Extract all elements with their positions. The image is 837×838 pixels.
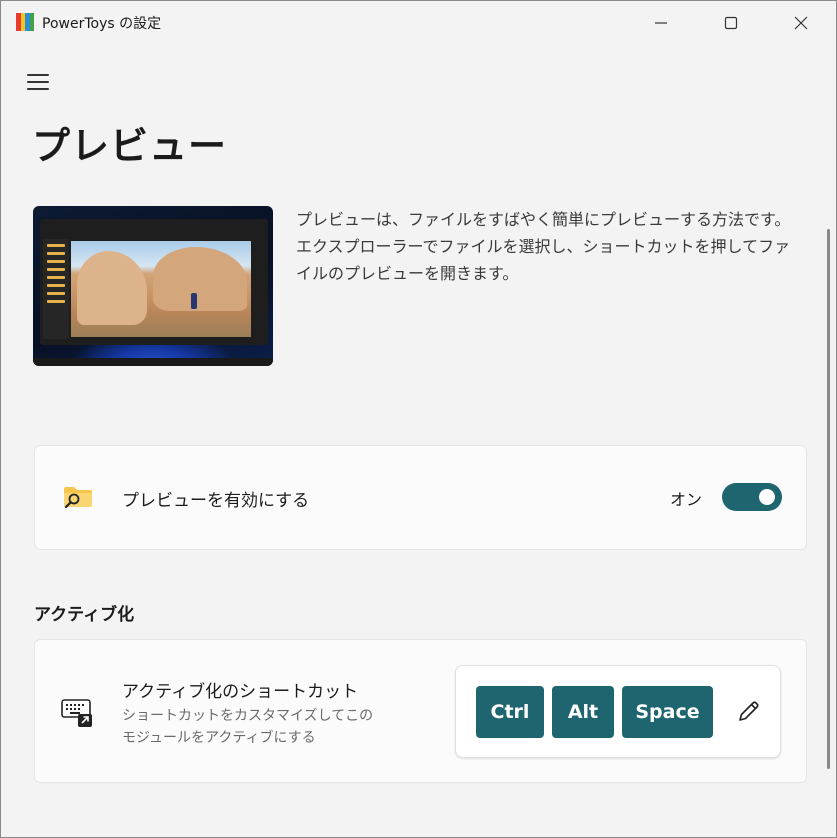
vertical-scrollbar[interactable] — [827, 229, 830, 769]
shortcut-key-ctrl: Ctrl — [476, 686, 544, 738]
powertoys-settings-window: PowerToys の設定 プレビュー プレビューは、ファイルをすばやく簡単にプ… — [0, 0, 837, 838]
maximize-icon — [724, 16, 738, 30]
title-bar[interactable]: PowerToys の設定 — [1, 1, 836, 45]
minimize-icon — [655, 22, 667, 24]
enable-preview-toggle[interactable] — [722, 483, 782, 511]
powertoys-app-icon — [16, 13, 34, 31]
shortcut-editor[interactable]: Ctrl Alt Space — [455, 665, 781, 758]
activation-shortcut-card: アクティブ化のショートカット ショートカットをカスタマイズしてこのモジュールをア… — [34, 639, 807, 783]
maximize-button[interactable] — [696, 1, 766, 45]
enable-preview-card: プレビューを有効にする オン — [34, 445, 807, 550]
folder-search-icon — [64, 487, 92, 508]
toggle-knob — [759, 489, 775, 505]
enable-preview-label: プレビューを有効にする — [122, 491, 310, 511]
minimize-button[interactable] — [626, 1, 696, 45]
hamburger-icon[interactable] — [27, 71, 51, 93]
page-title: プレビュー — [32, 124, 228, 168]
close-icon — [794, 16, 808, 30]
hero-image — [33, 206, 273, 366]
pencil-icon[interactable] — [736, 698, 762, 724]
shortcut-key-alt: Alt — [552, 686, 614, 738]
close-button[interactable] — [766, 1, 836, 45]
shortcut-title: アクティブ化のショートカット — [122, 682, 359, 702]
shortcut-key-space: Space — [622, 686, 713, 738]
shortcut-description: ショートカットをカスタマイズしてこのモジュールをアクティブにする — [122, 708, 374, 746]
activation-section-header: アクティブ化 — [34, 605, 135, 625]
window-title: PowerToys の設定 — [42, 16, 162, 32]
toggle-state-label: オン — [670, 490, 703, 509]
keyboard-shortcut-icon — [61, 699, 92, 727]
module-description: プレビューは、ファイルをすばやく簡単にプレビューする方法です。エクスプローラーで… — [296, 210, 791, 283]
